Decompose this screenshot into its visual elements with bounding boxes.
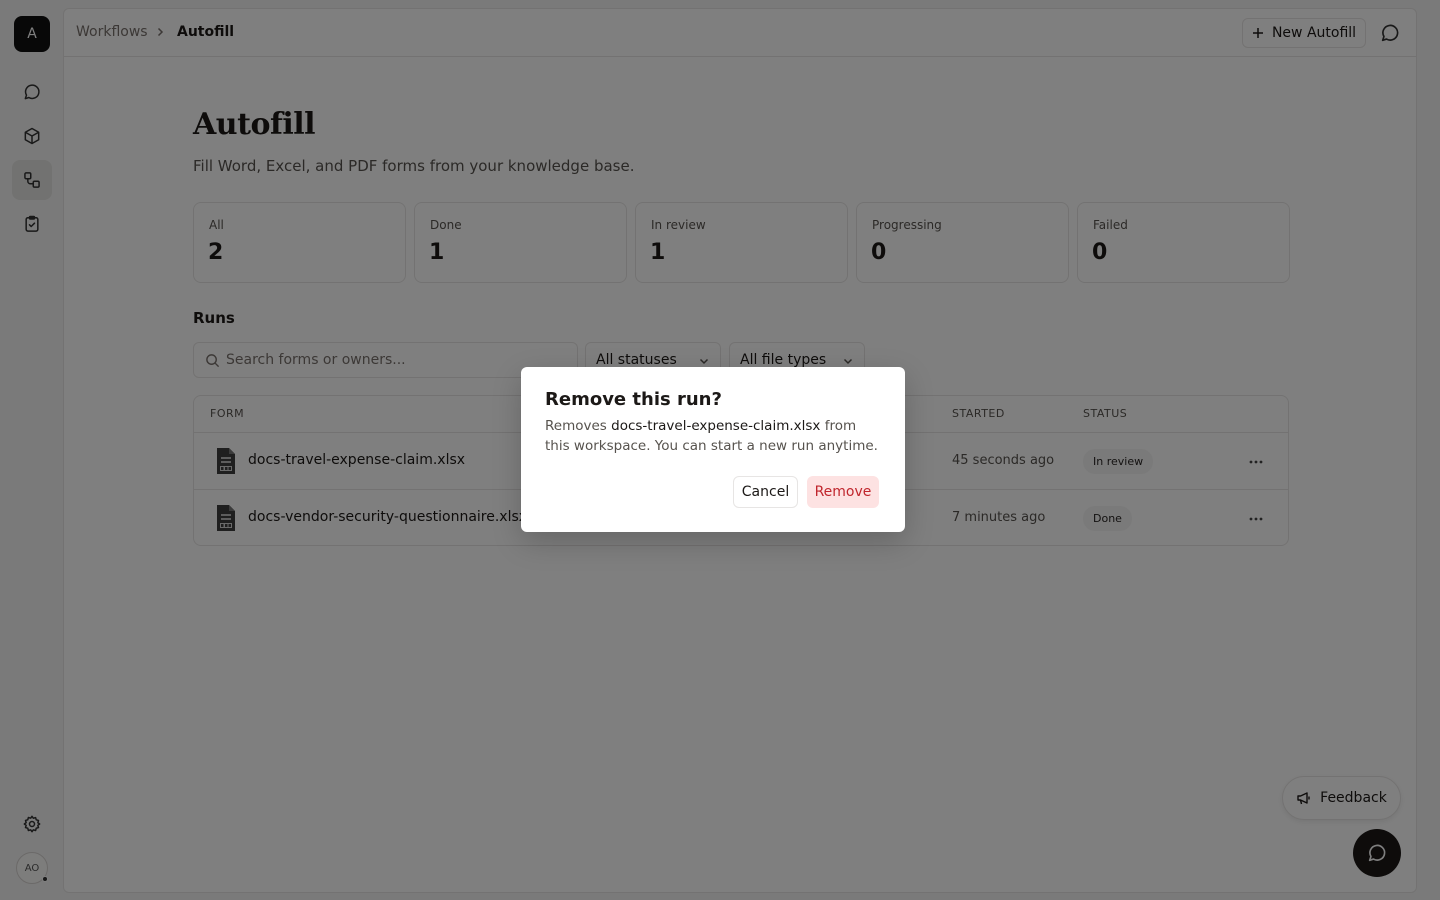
dialog-title: Remove this run? xyxy=(545,389,722,410)
dialog-body-prefix: Removes xyxy=(545,418,607,434)
dialog-body: Removes docs-travel-expense-claim.xlsx f… xyxy=(545,416,885,456)
remove-run-dialog: Remove this run? Removes docs-travel-exp… xyxy=(521,367,905,532)
cancel-button[interactable]: Cancel xyxy=(733,476,798,508)
remove-button[interactable]: Remove xyxy=(807,476,879,508)
dialog-file-name: docs-travel-expense-claim.xlsx xyxy=(611,418,821,434)
